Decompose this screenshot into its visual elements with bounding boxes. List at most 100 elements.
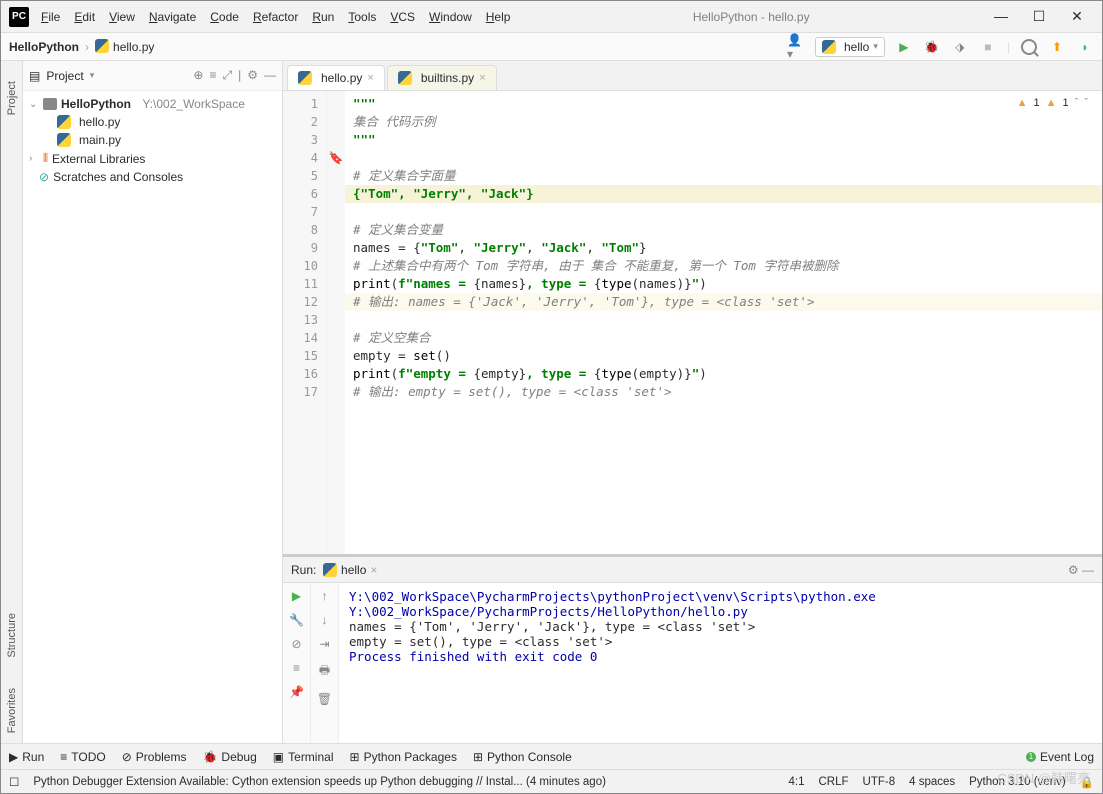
stop-button[interactable]: ■ xyxy=(979,38,997,56)
breadcrumb-project[interactable]: HelloPython xyxy=(9,40,79,54)
expand-icon[interactable]: ⤢ xyxy=(223,68,233,83)
bottom-tab-todo[interactable]: ≡TODO xyxy=(60,750,105,764)
editor-area: hello.py×builtins.py× ▲1 ▲1 ˆˇ 123456789… xyxy=(283,61,1102,743)
menu-code[interactable]: Code xyxy=(210,10,239,24)
status-encoding[interactable]: UTF-8 xyxy=(863,776,896,788)
code-editor[interactable]: ▲1 ▲1 ˆˇ 1234567891011121314151617 🔖 """… xyxy=(283,91,1102,554)
left-tool-gutter: Project Structure Favorites xyxy=(1,61,23,743)
softwrap-icon[interactable]: ⇥ xyxy=(319,637,329,651)
down-icon[interactable]: ↓ xyxy=(322,613,328,627)
status-icon[interactable]: ☐ xyxy=(9,775,19,789)
editor-tabs: hello.py×builtins.py× xyxy=(283,61,1102,91)
run-tab[interactable]: hello xyxy=(341,563,366,577)
bottom-tab-debug[interactable]: 🐞Debug xyxy=(202,750,256,764)
titlebar: PC FileEditViewNavigateCodeRefactorRunTo… xyxy=(1,1,1102,33)
collapse-icon[interactable]: ≡ xyxy=(209,68,216,83)
status-eol[interactable]: CRLF xyxy=(818,776,848,788)
run-panel-header: Run: hello × ⚙ — xyxy=(283,557,1102,583)
menu-window[interactable]: Window xyxy=(429,10,472,24)
breadcrumb-file[interactable]: hello.py xyxy=(113,40,154,54)
warning-icon: ▲ xyxy=(1017,97,1028,109)
minimize-button[interactable]: — xyxy=(992,8,1010,25)
structure-tool-tab[interactable]: Structure xyxy=(6,613,18,658)
menu-run[interactable]: Run xyxy=(312,10,334,24)
coverage-button[interactable]: ⬗ xyxy=(951,38,969,56)
python-file-icon xyxy=(398,71,412,85)
close-icon[interactable]: × xyxy=(479,72,485,84)
project-tool-tab[interactable]: Project xyxy=(6,81,18,115)
tree-file-main[interactable]: main.py xyxy=(29,131,276,149)
folder-icon: ▤ xyxy=(29,69,40,83)
run-config-select[interactable]: hello ▾ xyxy=(815,37,885,57)
menu-navigate[interactable]: Navigate xyxy=(149,10,196,24)
up-icon[interactable]: ↑ xyxy=(322,589,328,603)
gear-icon[interactable]: ⚙ xyxy=(1068,563,1079,577)
sidebar-title: Project xyxy=(46,69,83,83)
menu-edit[interactable]: Edit xyxy=(74,10,95,24)
project-sidebar: ▤ Project ▾ ⊕ ≡ ⤢ | ⚙ — ⌄ HelloPython Y:… xyxy=(23,61,283,743)
editor-tab[interactable]: builtins.py× xyxy=(387,65,497,90)
breadcrumb[interactable]: HelloPython › hello.py xyxy=(9,39,154,54)
print-icon[interactable]: 🖶 xyxy=(319,661,330,682)
console-output[interactable]: Y:\002_WorkSpace\PycharmProjects\pythonP… xyxy=(339,583,1102,743)
menu-view[interactable]: View xyxy=(109,10,135,24)
menu-refactor[interactable]: Refactor xyxy=(253,10,298,24)
bottom-tab-problems[interactable]: ⊘Problems xyxy=(122,750,187,764)
bottom-tab-run[interactable]: ▶Run xyxy=(9,750,44,764)
main-menu: File Edit View Navigate Code Refactor Run Tools… xyxy=(41,10,510,24)
python-file-icon xyxy=(298,71,312,85)
debug-button[interactable]: 🐞 xyxy=(923,38,941,56)
python-file-icon xyxy=(95,39,109,53)
python-file-icon xyxy=(57,115,71,129)
ide-features-button[interactable]: ◗ xyxy=(1076,38,1094,56)
menu-vcs[interactable]: VCS xyxy=(390,10,415,24)
favorites-tool-tab[interactable]: Favorites xyxy=(6,688,18,733)
close-icon[interactable]: × xyxy=(367,72,373,84)
bookmark-icon[interactable]: 🔖 xyxy=(329,151,344,165)
tree-root[interactable]: ⌄ HelloPython Y:\002_WorkSpace xyxy=(29,95,276,113)
line-gutter: 1234567891011121314151617 xyxy=(283,91,327,554)
menu-help[interactable]: Help xyxy=(486,10,511,24)
tree-scratches[interactable]: ⊘ Scratches and Consoles xyxy=(29,168,276,186)
target-icon[interactable]: ⊕ xyxy=(193,68,203,83)
close-button[interactable]: ✕ xyxy=(1068,8,1086,25)
warning-icon: ▲ xyxy=(1046,97,1057,109)
status-pos[interactable]: 4:1 xyxy=(788,776,804,788)
event-log-button[interactable]: 1 Event Log xyxy=(1026,750,1094,764)
notification-badge: 1 xyxy=(1026,752,1036,762)
bottom-tab-python-console[interactable]: ⊞Python Console xyxy=(473,750,572,764)
maximize-button[interactable]: ☐ xyxy=(1030,8,1048,25)
status-bar: ☐ Python Debugger Extension Available: C… xyxy=(1,769,1102,793)
user-icon[interactable]: 👤▾ xyxy=(787,38,805,56)
bottom-tab-python-packages[interactable]: ⊞Python Packages xyxy=(350,750,457,764)
stop-icon[interactable]: ⊘ xyxy=(291,637,301,651)
editor-tab[interactable]: hello.py× xyxy=(287,65,385,90)
gear-icon[interactable]: ⚙ xyxy=(247,68,258,83)
python-icon xyxy=(822,40,836,54)
layout-icon[interactable]: ≡ xyxy=(293,661,300,675)
search-button[interactable] xyxy=(1020,38,1038,56)
wrench-icon[interactable]: 🔧 xyxy=(289,613,304,627)
bottom-tab-terminal[interactable]: ▣Terminal xyxy=(273,750,334,764)
menu-file[interactable]: File xyxy=(41,10,60,24)
update-button[interactable]: ⬆ xyxy=(1048,38,1066,56)
close-icon[interactable]: × xyxy=(370,563,377,577)
hide-icon[interactable]: — xyxy=(1082,563,1094,577)
menu-tools[interactable]: Tools xyxy=(348,10,376,24)
hide-icon[interactable]: — xyxy=(264,68,276,83)
tree-ext-libs[interactable]: ›⫴ External Libraries xyxy=(29,149,276,168)
run-button[interactable]: ▶ xyxy=(895,38,913,56)
window-title: HelloPython - hello.py xyxy=(510,10,992,24)
trash-icon[interactable]: 🗑 xyxy=(317,692,332,706)
bottom-tool-tabs: ▶Run ≡TODO ⊘Problems 🐞Debug ▣Terminal ⊞Python… xyxy=(1,743,1102,769)
run-label: Run: xyxy=(291,563,316,577)
python-icon xyxy=(323,563,337,577)
status-indent[interactable]: 4 spaces xyxy=(909,776,955,788)
inspection-widget[interactable]: ▲1 ▲1 ˆˇ xyxy=(1017,97,1088,109)
folder-icon xyxy=(43,98,57,110)
tree-file-hello[interactable]: hello.py xyxy=(29,113,276,131)
rerun-button[interactable]: ▶ xyxy=(292,589,301,603)
run-tools-left: ▶ 🔧 ⊘ ≡ 📌 xyxy=(283,583,311,743)
pin-icon[interactable]: 📌 xyxy=(289,685,304,699)
status-message[interactable]: Python Debugger Extension Available: Cyt… xyxy=(33,776,774,788)
